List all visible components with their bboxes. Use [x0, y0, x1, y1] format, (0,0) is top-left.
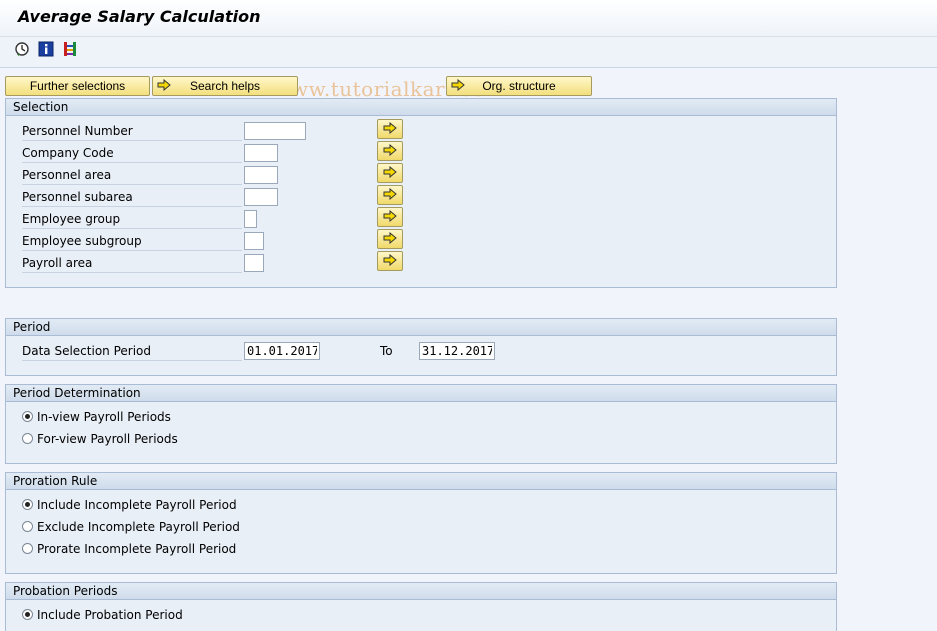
probation-periods-group: Probation Periods Include Probation Peri… — [5, 582, 837, 631]
application-toolbar: © www.tutorialkart.com — [0, 37, 937, 101]
period-group: Period Data Selection Period To — [5, 318, 837, 376]
personnel-number-input[interactable] — [244, 122, 306, 140]
prorate-incomplete-payroll-period-radio[interactable] — [22, 543, 33, 554]
exclude-incomplete-payroll-period-radio[interactable] — [22, 521, 33, 532]
execute-clock-icon[interactable] — [14, 41, 30, 57]
period-determination-header: Period Determination — [6, 385, 836, 402]
company-code-input[interactable] — [244, 144, 278, 162]
personnel-number-label: Personnel Number — [22, 122, 242, 141]
company-code-label: Company Code — [22, 144, 242, 163]
page-title: Average Salary Calculation — [18, 7, 261, 26]
proration-rule-header: Proration Rule — [6, 473, 836, 490]
period-from-input[interactable] — [244, 342, 320, 360]
prorate-incomplete-payroll-period-label: Prorate Incomplete Payroll Period — [37, 542, 237, 556]
for-view-payroll-periods-radio[interactable] — [22, 433, 33, 444]
selection-group: Selection Personnel Number Company Code … — [5, 98, 837, 288]
arrow-right-icon — [383, 166, 397, 178]
org-structure-label: Org. structure — [482, 79, 556, 93]
employee-subgroup-label: Employee subgroup — [22, 232, 242, 251]
proration-rule-group: Proration Rule Include Incomplete Payrol… — [5, 472, 837, 574]
employee-group-input[interactable] — [244, 210, 257, 228]
personnel-subarea-label: Personnel subarea — [22, 188, 242, 207]
search-helps-label: Search helps — [189, 79, 261, 93]
period-determination-group: Period Determination In-view Payroll Per… — [5, 384, 837, 464]
period-to-input[interactable] — [419, 342, 495, 360]
include-incomplete-payroll-period-radio[interactable] — [22, 499, 33, 510]
arrow-right-icon — [383, 122, 397, 134]
payroll-area-input[interactable] — [244, 254, 264, 272]
further-selections-label: Further selections — [29, 79, 126, 93]
payroll-area-multiple-selection-button[interactable] — [377, 251, 403, 271]
company-code-multiple-selection-button[interactable] — [377, 141, 403, 161]
employee-group-multiple-selection-button[interactable] — [377, 207, 403, 227]
period-to-label: To — [380, 344, 393, 358]
info-icon[interactable] — [38, 41, 54, 57]
personnel-area-input[interactable] — [244, 166, 278, 184]
include-probation-period-radio[interactable] — [22, 609, 33, 620]
payroll-area-label: Payroll area — [22, 254, 242, 273]
personnel-subarea-input[interactable] — [244, 188, 278, 206]
arrow-right-icon — [383, 144, 397, 156]
arrow-right-icon — [451, 78, 465, 96]
employee-subgroup-multiple-selection-button[interactable] — [377, 229, 403, 249]
org-structure-button[interactable]: Org. structure — [446, 76, 592, 96]
employee-subgroup-input[interactable] — [244, 232, 264, 250]
probation-periods-header: Probation Periods — [6, 583, 836, 600]
arrow-right-icon — [383, 210, 397, 222]
in-view-payroll-periods-label: In-view Payroll Periods — [37, 410, 171, 424]
selection-header: Selection — [6, 99, 836, 116]
period-header: Period — [6, 319, 836, 336]
selection-screen-icon[interactable] — [62, 41, 78, 57]
for-view-payroll-periods-label: For-view Payroll Periods — [37, 432, 178, 446]
arrow-right-icon — [383, 232, 397, 244]
title-bar: Average Salary Calculation — [0, 0, 937, 37]
data-selection-period-label: Data Selection Period — [22, 342, 242, 361]
further-selections-button[interactable]: Further selections — [5, 76, 150, 96]
personnel-subarea-multiple-selection-button[interactable] — [377, 185, 403, 205]
personnel-area-label: Personnel area — [22, 166, 242, 185]
employee-group-label: Employee group — [22, 210, 242, 229]
search-helps-button[interactable]: Search helps — [152, 76, 298, 96]
include-incomplete-payroll-period-label: Include Incomplete Payroll Period — [37, 498, 237, 512]
include-probation-period-label: Include Probation Period — [37, 608, 183, 622]
exclude-incomplete-payroll-period-label: Exclude Incomplete Payroll Period — [37, 520, 240, 534]
arrow-right-icon — [383, 188, 397, 200]
in-view-payroll-periods-radio[interactable] — [22, 411, 33, 422]
arrow-right-icon — [157, 78, 171, 96]
arrow-right-icon — [383, 254, 397, 266]
personnel-area-multiple-selection-button[interactable] — [377, 163, 403, 183]
personnel-number-multiple-selection-button[interactable] — [377, 119, 403, 139]
